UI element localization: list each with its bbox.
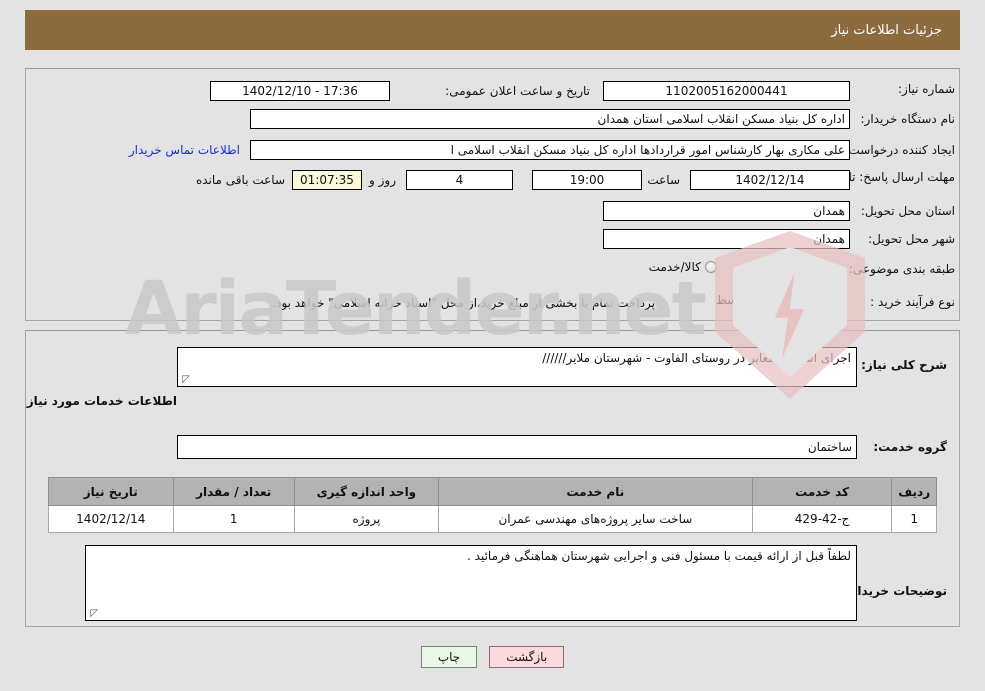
cell-unit: پروژه [293, 505, 439, 533]
radio-indicator[interactable] [704, 261, 717, 273]
category-option-label: خدمت [732, 260, 765, 274]
buyer-notes-label: توضیحات خریدار: [845, 584, 947, 598]
page-title: جزئیات اطلاعات نیاز [831, 22, 942, 38]
need-number-value[interactable]: 1102005162000441 [603, 81, 850, 101]
city-value[interactable]: همدان [603, 229, 850, 249]
cell-quantity: 1 [172, 505, 295, 533]
radio-indicator[interactable] [817, 294, 829, 306]
page-header-banner: جزئیات اطلاعات نیاز [25, 10, 960, 50]
back-button[interactable]: بازگشت [489, 646, 565, 668]
resize-grip-icon[interactable]: ◸ [180, 375, 190, 385]
services-table: ردیف کد خدمت نام خدمت واحد اندازه گیری ت… [48, 477, 937, 533]
purchase-type-option-label: جزیی [785, 293, 813, 307]
summary-text: اجرای اسفالت معابر در روستای الفاوت - شه… [542, 351, 851, 365]
category-label: طبقه بندی موضوعی: [848, 262, 955, 276]
deadline-label: مهلت ارسال پاسخ: تا تاریخ: [816, 170, 955, 184]
city-label: شهر محل تحویل: [868, 232, 955, 246]
buyer-org-label: نام دستگاه خریدار: [860, 112, 956, 126]
time-remaining: 01:07:35 [292, 170, 362, 190]
radio-indicator[interactable] [768, 261, 781, 273]
purchase-type-option-motavaset[interactable]: متوسط [716, 293, 770, 307]
radio-indicator[interactable] [817, 261, 829, 273]
radio-indicator[interactable] [757, 294, 770, 306]
summary-textarea[interactable]: اجرای اسفالت معابر در روستای الفاوت - شه… [177, 347, 857, 387]
days-unit-label: روز و [369, 173, 396, 187]
buyer-org-value[interactable]: اداره کل بنیاد مسکن انقلاب اسلامی استان … [250, 109, 850, 129]
cell-need-date: 1402/12/14 [48, 505, 174, 533]
summary-label: شرح کلی نیاز: [861, 358, 947, 372]
deadline-hour-label: ساعت [647, 173, 680, 187]
th-need-date: تاریخ نیاز [48, 477, 174, 506]
th-row-no: ردیف [891, 477, 937, 506]
th-unit: واحد اندازه گیری [293, 477, 439, 506]
time-remaining-suffix: ساعت باقی مانده [195, 173, 285, 187]
requester-value[interactable]: علی مکاری بهار کارشناس امور قراردادها اد… [250, 140, 850, 160]
buyer-contact-link[interactable]: اطلاعات تماس خریدار [129, 143, 240, 157]
purchase-type-note: پرداخت تمام یا بخشی از مبلغ خرید،از محل … [272, 296, 655, 310]
resize-grip-icon[interactable]: ◸ [88, 609, 98, 619]
category-option-label: کالا [796, 260, 813, 274]
deadline-hour[interactable]: 19:00 [532, 170, 642, 190]
purchase-type-option-label: متوسط [715, 293, 754, 307]
province-value[interactable]: همدان [603, 201, 850, 221]
cell-service-code: ج-42-429 [751, 505, 893, 533]
purchase-type-option-jozi[interactable]: جزیی [786, 293, 829, 307]
public-announce-value[interactable]: 1402/12/10 - 17:36 [210, 81, 390, 101]
category-option-kala[interactable]: کالا [797, 260, 829, 274]
service-group-value[interactable]: ساختمان [177, 435, 857, 459]
purchase-type-label: نوع فرآیند خرید : [870, 295, 955, 309]
deadline-date[interactable]: 1402/12/14 [690, 170, 850, 190]
days-remaining[interactable]: 4 [406, 170, 513, 190]
cell-row-no: 1 [891, 505, 937, 533]
service-group-label: گروه خدمت: [873, 440, 947, 454]
table-header-row: ردیف کد خدمت نام خدمت واحد اندازه گیری ت… [48, 477, 937, 506]
public-announce-label: تاریخ و ساعت اعلان عمومی: [445, 84, 590, 98]
purchase-type-radio-group[interactable]: جزیی متوسط [716, 293, 845, 307]
print-button[interactable]: چاپ [420, 646, 478, 668]
th-service-code: کد خدمت [751, 477, 893, 506]
footer-button-bar: بازگشت چاپ [0, 646, 985, 668]
requester-label: ایجاد کننده درخواست: [844, 143, 955, 157]
buyer-notes-text: لطفاً قبل از ارائه قیمت با مسئول فنی و ا… [467, 549, 851, 563]
th-quantity: تعداد / مقدار [172, 477, 295, 506]
category-option-khedmat[interactable]: خدمت [733, 260, 781, 274]
category-option-label: کالا/خدمت [648, 260, 701, 274]
province-label: استان محل تحویل: [860, 204, 955, 218]
category-radio-group[interactable]: کالا خدمت کالا/خدمت [649, 260, 845, 274]
table-row: 1 ج-42-429 ساخت سایر پروژه‌های مهندسی عم… [48, 505, 937, 533]
cell-service-name: ساخت سایر پروژه‌های مهندسی عمران [437, 505, 753, 533]
category-option-kala-khedmat[interactable]: کالا/خدمت [649, 260, 717, 274]
need-info-panel [25, 68, 960, 321]
th-service-name: نام خدمت [437, 477, 753, 506]
buyer-notes-textarea[interactable]: لطفاً قبل از ارائه قیمت با مسئول فنی و ا… [85, 545, 857, 621]
services-section-heading: اطلاعات خدمات مورد نیاز [26, 394, 177, 408]
